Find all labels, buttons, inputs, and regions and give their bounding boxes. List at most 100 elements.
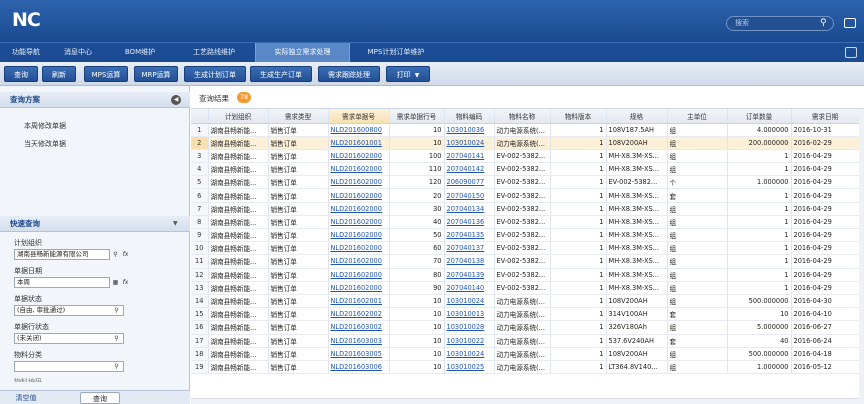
doc-date-field[interactable]: 本周 — [14, 277, 110, 288]
window-icon[interactable] — [844, 18, 856, 28]
table-cell[interactable]: 207040138 — [444, 254, 495, 269]
scheme-item-this-week[interactable]: 本周修改单据 — [24, 121, 66, 131]
table-cell[interactable]: NLD201602000 — [328, 202, 390, 216]
table-cell[interactable]: NLD201602000 — [328, 162, 390, 177]
table-cell[interactable]: 103010024 — [444, 347, 495, 361]
demand-tracking-button[interactable]: 需求跟踪处理 — [318, 66, 380, 82]
tab-routing[interactable]: 工艺路线维护 — [180, 43, 248, 63]
quick-query-header[interactable]: 快速查询 ▼ — [0, 216, 190, 232]
nav-window-icon[interactable] — [845, 47, 857, 58]
function-icon[interactable]: fx — [121, 277, 130, 288]
table-cell[interactable]: 103010022 — [444, 334, 495, 348]
table-cell[interactable]: NLD201603003 — [328, 334, 390, 348]
collapse-left-icon[interactable]: ◀ — [171, 95, 181, 105]
table-cell[interactable]: 207040135 — [444, 228, 495, 243]
table-cell[interactable]: NLD201602000 — [328, 268, 390, 282]
table-row[interactable]: 2 湖南县畅新能... 销售订单 NLD201601001 10 103010024 动力电… — [191, 136, 860, 150]
table-row[interactable]: 13 湖南县畅新能... 销售订单 NLD201602000 90 207040140 EV… — [191, 281, 860, 295]
column-header[interactable]: 计划组织 — [208, 109, 269, 124]
function-icon[interactable]: fx — [121, 249, 130, 260]
table-row[interactable]: 15 湖南县畅新能... 销售订单 NLD201602002 10 103010013 动力… — [191, 307, 860, 322]
gen-plan-order-button[interactable]: 生成计划订单 — [184, 66, 246, 82]
table-cell[interactable]: NLD201602000 — [328, 149, 390, 164]
global-search-input[interactable]: 搜索 — [726, 16, 834, 31]
table-cell[interactable]: NLD201602000 — [328, 228, 390, 243]
tab-independent-demand[interactable]: 实际独立需求处理 — [255, 43, 350, 63]
left-query-button[interactable]: 查询 — [80, 392, 120, 404]
table-cell[interactable]: 103010024 — [444, 136, 495, 150]
column-header[interactable]: 规格 — [606, 109, 668, 124]
table-cell[interactable]: 207040139 — [444, 268, 495, 282]
table-cell[interactable]: NLD201602001 — [328, 294, 390, 309]
tab-message-center[interactable]: 消息中心 — [56, 43, 100, 63]
plan-org-field[interactable]: 湖南县畅新能源有限公司 — [14, 249, 110, 260]
table-row[interactable]: 17 湖南县畅新能... 销售订单 NLD201603003 10 103010022 动力… — [191, 334, 860, 348]
table-cell[interactable]: NLD201602000 — [328, 281, 390, 295]
query-button[interactable]: 查询 — [4, 66, 38, 82]
table-row[interactable]: 11 湖南县畅新能... 销售订单 NLD201602000 70 207040138 EV… — [191, 254, 860, 269]
mrp-run-button[interactable]: MRP运算 — [134, 66, 178, 82]
table-cell[interactable]: 103010025 — [444, 360, 495, 375]
search-icon[interactable]: ⚲ — [112, 333, 121, 344]
table-cell[interactable]: NLD201602000 — [328, 215, 390, 230]
table-cell[interactable]: 103010024 — [444, 294, 495, 309]
gen-production-order-button[interactable]: 生成生产订单 — [250, 66, 312, 82]
column-header[interactable]: 主单位 — [667, 109, 728, 124]
clear-values-button[interactable]: 清空值 — [8, 392, 44, 404]
calendar-icon[interactable]: ▦ — [111, 277, 120, 288]
table-cell[interactable]: 207040150 — [444, 188, 495, 203]
table-row[interactable]: 19 湖南县畅新能... 销售订单 NLD201603006 10 103010025 动力… — [191, 360, 860, 375]
table-row[interactable]: 12 湖南县畅新能... 销售订单 NLD201602000 80 207040139 EV… — [191, 268, 860, 282]
table-row[interactable]: 14 湖南县畅新能... 销售订单 NLD201602001 10 103010024 动力… — [191, 294, 860, 309]
table-cell[interactable]: NLD201600800 — [328, 123, 390, 137]
doc-status-field[interactable]: (自由, 审批通过) — [14, 305, 124, 316]
table-row[interactable]: 9 湖南县畅新能... 销售订单 NLD201602000 50 207040135 EV-… — [191, 228, 860, 243]
table-cell[interactable]: 207040137 — [444, 241, 495, 256]
table-cell[interactable]: 207040141 — [444, 149, 495, 164]
column-header[interactable]: 订单数量 — [727, 109, 792, 124]
table-cell[interactable]: NLD201602000 — [328, 175, 390, 190]
table-cell[interactable]: 103010028 — [444, 320, 495, 335]
column-header[interactable]: 需求单据行号 — [389, 109, 445, 124]
search-icon[interactable]: ⚲ — [112, 305, 121, 316]
table-cell[interactable]: NLD201602000 — [328, 254, 390, 269]
column-header[interactable] — [191, 109, 209, 124]
column-header[interactable]: 物料版本 — [550, 109, 607, 124]
table-row[interactable]: 3 湖南县畅新能... 销售订单 NLD201602000 100 207040141 EV… — [191, 149, 860, 164]
refresh-button[interactable]: 刷新 — [42, 66, 76, 82]
table-row[interactable]: 5 湖南县畅新能... 销售订单 NLD201602000 120 206090077 EV… — [191, 175, 860, 190]
table-row[interactable]: 7 湖南县畅新能... 销售订单 NLD201602000 30 207040134 EV-… — [191, 202, 860, 216]
table-cell[interactable]: 103010036 — [444, 123, 495, 137]
print-button[interactable]: 打印 ▼ — [386, 66, 430, 82]
table-cell[interactable]: NLD201602002 — [328, 307, 390, 322]
table-cell[interactable]: 207040140 — [444, 281, 495, 295]
table-row[interactable]: 16 湖南县畅新能... 销售订单 NLD201603002 10 103010028 动力… — [191, 320, 860, 335]
table-cell[interactable]: 207040136 — [444, 215, 495, 230]
table-cell[interactable]: NLD201603002 — [328, 320, 390, 335]
table-cell[interactable]: NLD201602000 — [328, 188, 390, 203]
search-icon[interactable]: ⚲ — [111, 249, 120, 260]
table-row[interactable]: 6 湖南县畅新能... 销售订单 NLD201602000 20 207040150 EV-… — [191, 188, 860, 203]
mps-run-button[interactable]: MPS运算 — [84, 66, 128, 82]
search-icon[interactable]: ⚲ — [820, 18, 830, 28]
horizontal-scrollbar[interactable] — [191, 398, 859, 404]
tab-function-nav[interactable]: 功能导航 — [4, 43, 48, 63]
scheme-item-today[interactable]: 当天修改单据 — [24, 139, 66, 149]
column-header[interactable]: 需求日期 — [791, 109, 860, 124]
table-cell[interactable]: NLD201602000 — [328, 241, 390, 256]
column-header[interactable]: 物料编码 — [444, 109, 495, 124]
chevron-down-icon[interactable]: ▼ — [173, 216, 178, 232]
table-cell[interactable]: 207040134 — [444, 202, 495, 216]
search-icon[interactable]: ⚲ — [112, 361, 121, 372]
column-header[interactable]: 物料名称 — [494, 109, 551, 124]
row-status-field[interactable]: (未关闭) — [14, 333, 124, 344]
table-row[interactable]: 1 湖南县畅新能... 销售订单 NLD201600800 10 103010036 动力电… — [191, 123, 860, 137]
column-header[interactable]: 需求类型 — [268, 109, 329, 124]
table-row[interactable]: 18 湖南县畅新能... 销售订单 NLD201603005 10 103010024 动力… — [191, 347, 860, 361]
table-row[interactable]: 10 湖南县畅新能... 销售订单 NLD201602000 60 207040137 EV… — [191, 241, 860, 256]
table-cell[interactable]: NLD201603006 — [328, 360, 390, 375]
table-cell[interactable]: NLD201601001 — [328, 136, 390, 150]
vertical-scrollbar[interactable] — [859, 109, 864, 404]
column-header[interactable]: 需求单据号 — [328, 109, 390, 124]
table-cell[interactable]: 206090077 — [444, 175, 495, 190]
